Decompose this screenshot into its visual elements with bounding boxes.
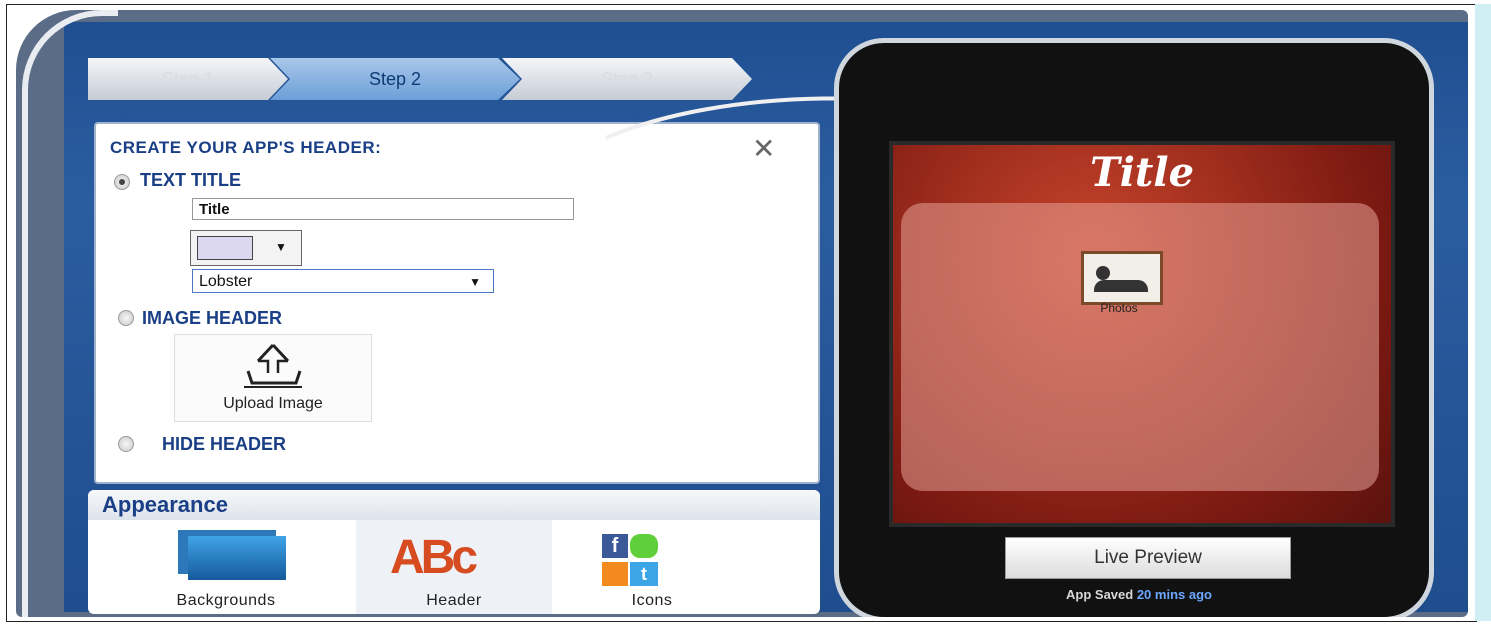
color-swatch	[197, 236, 253, 260]
header-settings-panel: CREATE YOUR APP'S HEADER: ✕ TEXT TITLE T…	[94, 122, 820, 484]
phone-screen: Title Photos	[889, 141, 1395, 527]
phone-preview: Title Photos Live Preview App Saved 20 m…	[834, 38, 1434, 617]
chevron-down-icon: ▼	[469, 275, 481, 289]
photos-label: Photos	[1100, 301, 1138, 315]
backgrounds-icon	[188, 536, 286, 580]
icons-tool[interactable]: f t Icons	[554, 520, 750, 614]
screen-title: Title	[1089, 149, 1195, 196]
step-1-tab[interactable]: Step 1	[88, 58, 288, 100]
backgrounds-label: Backgrounds	[176, 592, 276, 609]
app-builder-window: Step 1 Step 3 Step 2 CREATE YOUR APP'S H…	[16, 10, 1468, 617]
text-title-label: TEXT TITLE	[140, 170, 241, 190]
upload-icon	[244, 343, 302, 388]
live-preview-button[interactable]: Live Preview	[1005, 537, 1291, 579]
hide-header-label: HIDE HEADER	[162, 434, 287, 454]
font-select-value: Lobster	[199, 273, 253, 290]
icons-label: Icons	[631, 592, 673, 609]
abc-header-icon: ABc	[390, 531, 478, 584]
social-icons-icon: f t	[602, 534, 714, 590]
screen-content-area: Photos	[901, 203, 1379, 491]
appearance-heading: Appearance	[88, 490, 820, 520]
backgrounds-tool[interactable]: Backgrounds	[128, 520, 324, 614]
text-title-radio[interactable]	[114, 174, 130, 190]
header-tool[interactable]: ABc Header	[356, 520, 552, 614]
step-2-tab[interactable]: Step 2	[270, 58, 520, 100]
title-color-picker[interactable]: ▼	[190, 230, 302, 266]
hide-header-radio[interactable]	[118, 436, 134, 452]
appearance-panel: Appearance Backgrounds ABc Header f t Ic…	[88, 490, 820, 614]
save-status-prefix: App Saved	[1066, 587, 1134, 602]
upload-image-button[interactable]: Upload Image	[174, 334, 372, 422]
save-status: App Saved 20 mins ago	[839, 587, 1439, 602]
right-edge-strip	[1475, 4, 1491, 621]
photos-icon[interactable]	[1081, 251, 1163, 305]
header-label: Header	[426, 592, 482, 609]
upload-image-label: Upload Image	[223, 395, 323, 412]
image-header-radio[interactable]	[118, 310, 134, 326]
font-select[interactable]: Lobster ▼	[192, 269, 494, 293]
chevron-down-icon: ▼	[275, 240, 287, 254]
title-text-input[interactable]: Title	[192, 198, 574, 220]
panel-title: CREATE YOUR APP'S HEADER:	[110, 138, 382, 157]
image-header-label: IMAGE HEADER	[142, 308, 283, 328]
save-status-time: 20 mins ago	[1136, 587, 1212, 602]
